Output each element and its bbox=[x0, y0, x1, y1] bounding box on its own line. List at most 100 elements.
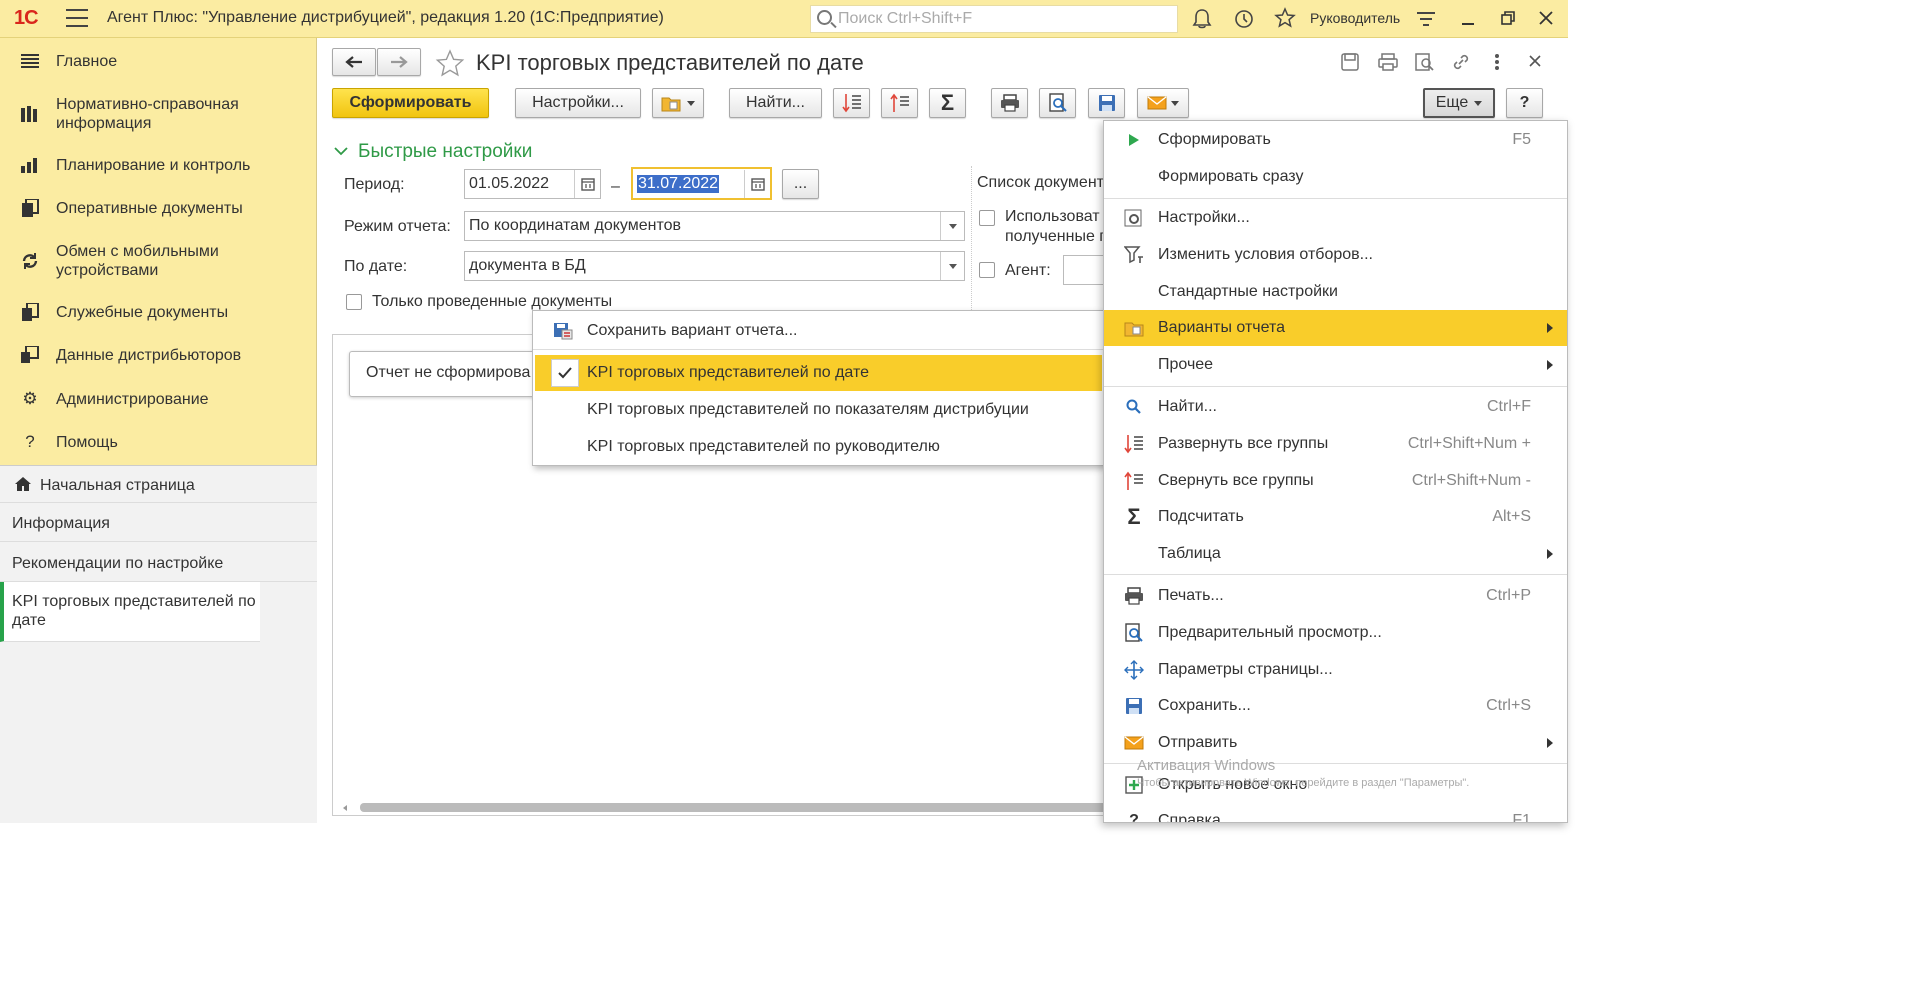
preview-button[interactable] bbox=[1039, 88, 1076, 118]
windows-activation-watermark: Активация Windows bbox=[1137, 757, 1276, 774]
variant-item[interactable]: KPI торговых представителей по дате bbox=[535, 355, 1102, 391]
menu-item-change-filters[interactable]: Изменить условия отборов... bbox=[1104, 237, 1567, 273]
save-button[interactable] bbox=[1088, 88, 1125, 118]
expand-groups-button[interactable] bbox=[833, 88, 870, 118]
preview-doc-icon[interactable] bbox=[1415, 53, 1435, 71]
sidebar-item-planning[interactable]: Планирование и контроль bbox=[0, 154, 317, 176]
sidebar-item-help[interactable]: ? Помощь bbox=[0, 431, 317, 453]
period-from-input[interactable]: 01.05.2022 bbox=[464, 169, 601, 199]
collapse-groups-button[interactable] bbox=[881, 88, 918, 118]
back-button[interactable] bbox=[332, 48, 376, 76]
menu-item-table[interactable]: Таблица bbox=[1104, 536, 1567, 572]
agent-input[interactable] bbox=[1063, 255, 1108, 285]
save-doc-icon[interactable] bbox=[1341, 53, 1359, 71]
global-search-input[interactable]: Поиск Ctrl+Shift+F bbox=[810, 5, 1178, 33]
minimize-icon[interactable] bbox=[1460, 10, 1476, 26]
favorites-star-icon[interactable] bbox=[1274, 7, 1296, 29]
menu-item-label: Изменить условия отборов... bbox=[1158, 246, 1373, 263]
variant-item[interactable]: KPI торговых представителей по руководит… bbox=[533, 429, 1104, 465]
chevron-down-icon[interactable] bbox=[940, 212, 964, 240]
nav-home-page[interactable]: Начальная страница bbox=[0, 465, 317, 503]
sidebar-item-service-docs[interactable]: Служебные документы bbox=[0, 301, 317, 323]
by-date-select[interactable]: документа в БД bbox=[464, 251, 965, 281]
menu-item-expand-groups[interactable]: Развернуть все группы Ctrl+Shift+Num + bbox=[1104, 426, 1567, 462]
favorite-star-icon[interactable] bbox=[435, 49, 465, 77]
menu-item-generate[interactable]: Сформировать F5 bbox=[1104, 122, 1567, 158]
help-button[interactable]: ? bbox=[1506, 88, 1543, 118]
variant-item[interactable]: KPI торговых представителей по показател… bbox=[533, 392, 1104, 428]
use-received-checkbox[interactable] bbox=[979, 210, 995, 226]
menu-item-save[interactable]: Сохранить... Ctrl+S bbox=[1104, 688, 1567, 724]
menu-item-label: Развернуть все группы bbox=[1158, 435, 1329, 452]
nav-information[interactable]: Информация bbox=[0, 503, 317, 542]
current-user[interactable]: Руководитель bbox=[1310, 10, 1400, 26]
close-window-icon[interactable] bbox=[1538, 10, 1554, 26]
sidebar-item-admin[interactable]: ⚙ Администрирование bbox=[0, 388, 317, 410]
quick-settings-header[interactable]: Быстрые настройки bbox=[358, 141, 532, 163]
menu-item-find[interactable]: Найти... Ctrl+F bbox=[1104, 389, 1567, 425]
restore-icon[interactable] bbox=[1500, 10, 1516, 26]
history-icon[interactable] bbox=[1233, 8, 1255, 30]
posted-only-checkbox[interactable] bbox=[346, 294, 362, 310]
menu-item-help[interactable]: ? Справка F1 bbox=[1104, 803, 1567, 822]
menu-item-preview[interactable]: Предварительный просмотр... bbox=[1104, 615, 1567, 651]
agent-checkbox[interactable] bbox=[979, 262, 995, 278]
menu-item-collapse-groups[interactable]: Свернуть все группы Ctrl+Shift+Num - bbox=[1104, 463, 1567, 499]
menu-item-report-variants[interactable]: Варианты отчета bbox=[1104, 310, 1567, 346]
report-mode-select[interactable]: По координатам документов bbox=[464, 211, 965, 241]
more-actions-icon[interactable] bbox=[1494, 53, 1500, 71]
preview-icon bbox=[1124, 623, 1144, 643]
more-button[interactable]: Еще bbox=[1423, 88, 1495, 118]
calendar-icon[interactable] bbox=[574, 170, 600, 198]
by-date-label: По дате: bbox=[344, 258, 408, 275]
submenu-arrow-icon bbox=[1547, 323, 1553, 333]
menu-item-generate-immediately[interactable]: Формировать сразу bbox=[1104, 159, 1567, 195]
sidebar-item-main[interactable]: Главное bbox=[0, 50, 317, 72]
find-button[interactable]: Найти... bbox=[729, 88, 822, 118]
sidebar-item-distributors[interactable]: Данные дистрибьюторов bbox=[0, 344, 317, 366]
nav-kpi-report[interactable]: KPI торговых представителей по дате bbox=[0, 582, 260, 642]
windows-activation-hint: Чтобы активировать Windows, перейдите в … bbox=[1137, 777, 1470, 789]
menu-item-page-setup[interactable]: Параметры страницы... bbox=[1104, 652, 1567, 688]
nav-recommendations[interactable]: Рекомендации по настройке bbox=[0, 542, 317, 582]
scroll-left-icon[interactable] bbox=[341, 804, 349, 812]
close-form-icon[interactable] bbox=[1529, 55, 1541, 67]
period-choose-button[interactable]: ... bbox=[782, 169, 819, 199]
app-logo: 1С bbox=[14, 7, 39, 29]
generate-report-button[interactable]: Сформировать bbox=[332, 88, 489, 118]
chevron-down-icon[interactable] bbox=[940, 252, 964, 280]
sidebar-item-label: Администрирование bbox=[56, 390, 209, 408]
notification-bell-icon[interactable] bbox=[1192, 8, 1212, 30]
menu-item-label: Настройки... bbox=[1158, 209, 1250, 226]
period-to-input[interactable]: 31.07.2022 bbox=[631, 167, 772, 200]
menu-item-settings[interactable]: Настройки... bbox=[1104, 200, 1567, 236]
sidebar-item-operational[interactable]: Оперативные документы bbox=[0, 197, 317, 219]
print-doc-icon[interactable] bbox=[1378, 53, 1398, 71]
chevron-down-icon[interactable] bbox=[334, 146, 348, 156]
calendar-icon[interactable] bbox=[744, 170, 770, 198]
report-variants-button[interactable] bbox=[652, 88, 704, 118]
menu-item-standard-settings[interactable]: Стандартные настройки bbox=[1104, 274, 1567, 310]
menu-item-calculate[interactable]: Σ Подсчитать Alt+S bbox=[1104, 499, 1567, 535]
submenu-arrow-icon bbox=[1547, 738, 1553, 748]
sum-button[interactable]: Σ bbox=[929, 88, 966, 118]
menu-item-print[interactable]: Печать... Ctrl+P bbox=[1104, 578, 1567, 614]
send-button[interactable] bbox=[1137, 88, 1189, 118]
print-button[interactable] bbox=[991, 88, 1028, 118]
sidebar-item-mobile-exchange[interactable]: Обмен с мобильными устройствами bbox=[0, 241, 317, 281]
menu-item-other[interactable]: Прочее bbox=[1104, 347, 1567, 383]
save-variant-item[interactable]: Сохранить вариант отчета... bbox=[533, 313, 1104, 349]
main-menu-icon[interactable] bbox=[66, 9, 88, 27]
settings-menu-icon[interactable] bbox=[1416, 10, 1436, 28]
sidebar-item-reference[interactable]: Нормативно-справочная информация bbox=[0, 94, 317, 134]
books-icon bbox=[20, 104, 40, 124]
settings-button[interactable]: Настройки... bbox=[515, 88, 641, 118]
link-icon[interactable] bbox=[1451, 52, 1471, 72]
menu-item-label: Формировать сразу bbox=[1158, 168, 1304, 185]
forward-button[interactable] bbox=[377, 48, 421, 76]
more-button-label: Еще bbox=[1435, 94, 1469, 111]
sidebar-item-label: Оперативные документы bbox=[56, 199, 243, 217]
menu-item-send[interactable]: Отправить bbox=[1104, 725, 1567, 761]
by-date-value: документа в БД bbox=[469, 257, 586, 274]
horizontal-scrollbar[interactable] bbox=[360, 803, 1110, 812]
